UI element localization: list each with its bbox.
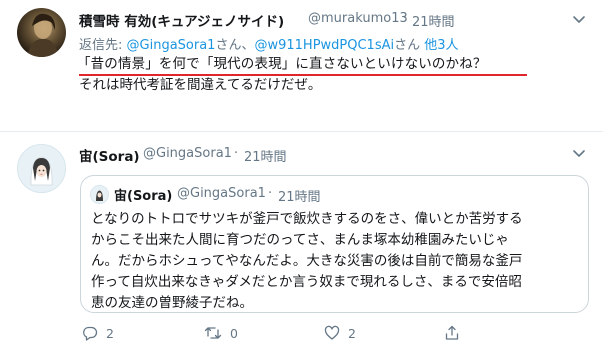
reply-mention-gingasora1[interactable]: @GingaSora1 [127,38,216,53]
quoted-avatar [90,185,109,204]
retweet-count: 0 [230,325,238,341]
quoted-timestamp: 21時間 [278,190,321,205]
quoted-text-line: ん。だからホシュってやなんだよ。大きな災害の後は自前で簡易な釜戸 [91,253,523,269]
share-icon [445,325,459,340]
avatar-murakumo13[interactable] [17,8,66,57]
reply-san: さん、 [215,38,255,53]
like-button[interactable]: 2 [324,325,444,341]
tweet-timestamp[interactable]: 21時間 [244,146,287,165]
author-handle[interactable]: @murakumo13 [308,11,408,26]
time-separator: · [403,11,408,26]
time-separator: · [234,146,239,161]
reply-mention-w911[interactable]: @w911HPwdPQC1sAi [254,38,394,53]
quoted-text-line: 恵の友達の曽野綾子だね。 [91,295,253,311]
author-display-name[interactable]: 積雪時 有効(キュアジェノサイド) [79,10,284,30]
tweet-timestamp[interactable]: 21時間 [412,11,455,30]
like-count: 2 [348,325,356,341]
share-button[interactable] [444,325,460,341]
reply-icon [83,326,98,341]
retweet-icon [204,327,222,339]
quoted-text-line: 作って自炊出来なきゃダメだとか言う奴まで現れるしさ、まるで安倍昭 [91,274,522,290]
reply-button[interactable]: 2 [82,325,204,341]
reply-san: さん [394,38,425,53]
time-separator: · [268,186,273,201]
quoted-tweet-card[interactable]: 宙(Sora) @GingaSora1 · 21時間 となりのトトロでサツキが釜… [80,175,589,313]
tweet-divider [0,131,603,132]
reply-others-link[interactable]: 他3人 [424,38,458,53]
reply-count: 2 [106,325,114,341]
author-display-name[interactable]: 宙(Sora) [79,145,140,165]
heart-icon [324,325,340,340]
quoted-handle: @GingaSora1 [177,186,266,201]
retweet-button[interactable]: 0 [204,325,324,341]
quoted-text: となりのトトロでサツキが釜戸で飯炊きするのをさ、偉いとか苦労する からこそ出来た… [91,209,523,314]
quoted-display-name: 宙(Sora) [114,189,173,204]
tweet-text-line2: それは時代考証を間違えてるだけだぜ。 [79,77,322,93]
author-handle[interactable]: @GingaSora1 [143,146,232,161]
reply-prefix: 返信先: [79,38,127,53]
tweet-text-line1: 「昔の情景」を何で「現代の表現」に直さないといけないのかね？ [77,56,487,72]
avatar-gingasora1[interactable] [17,144,66,193]
chevron-down-icon[interactable] [571,11,587,27]
quoted-text-line: となりのトトロでサツキが釜戸で飯炊きするのをさ、偉いとか苦労する [91,211,523,227]
chevron-down-icon[interactable] [571,145,587,161]
tweet-action-bar: 2 0 2 [82,325,562,341]
quoted-text-line: からこそ出来た人間に育つだのってさ、まんま塚本幼稚園みたいじゃ [91,232,509,248]
reply-context: 返信先: @GingaSora1さん、@w911HPwdPQC1sAiさん 他3… [79,34,459,53]
